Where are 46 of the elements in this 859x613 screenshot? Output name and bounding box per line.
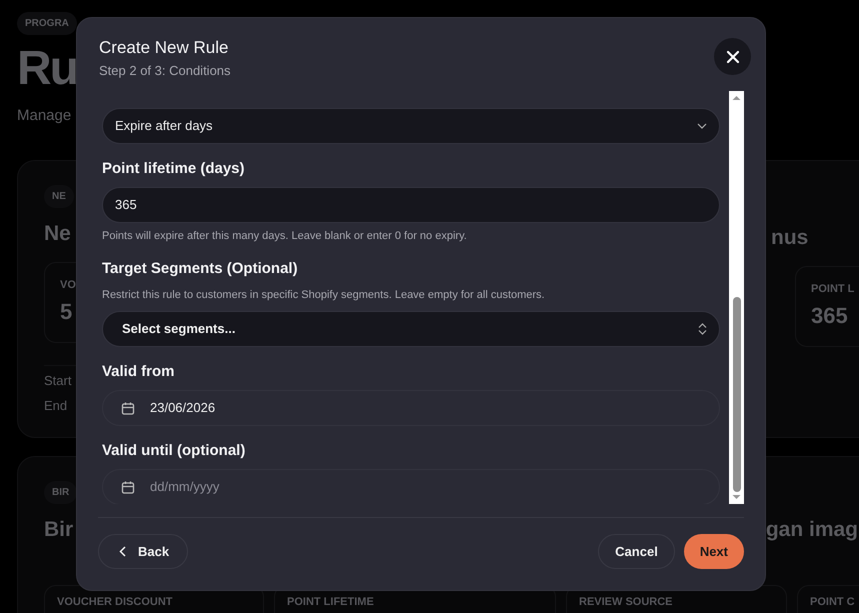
date-field[interactable]: dd/mm/yyyy bbox=[102, 468, 720, 504]
select-value: Select segments... bbox=[121, 320, 236, 338]
stat-label: REVIEW SOURCE bbox=[579, 594, 673, 610]
stat-label: POINT LIFETIME bbox=[287, 594, 374, 610]
stat-label: VO bbox=[60, 278, 76, 293]
calendar-icon bbox=[121, 480, 135, 494]
date-field[interactable]: 23/06/2026 bbox=[102, 390, 720, 426]
rule-detail: Start bbox=[44, 372, 72, 390]
step-indicator: Step 2 of 3: Conditions bbox=[99, 62, 231, 80]
field-label: Point lifetime (days) bbox=[102, 158, 245, 179]
chevron-down-icon bbox=[697, 122, 707, 129]
field-label: Valid until (optional) bbox=[102, 440, 246, 461]
stat-label: VOUCHER DISCOUNT bbox=[57, 594, 173, 610]
rule-detail: End bbox=[44, 396, 68, 415]
help-text: Points will expire after this many days. Leave blank or enter 0 for no expiry. bbox=[102, 228, 467, 244]
stat-label: POINT C bbox=[810, 594, 855, 610]
rule-title: Ne bbox=[44, 220, 71, 246]
segments-select[interactable]: Select segments... bbox=[102, 310, 720, 347]
calendar-icon bbox=[121, 400, 135, 415]
stat-label: POINT L bbox=[811, 282, 854, 297]
page-badge: PROGRA bbox=[17, 12, 77, 35]
chevron-left-icon bbox=[119, 546, 126, 557]
select-field[interactable]: Expire after days bbox=[102, 108, 720, 144]
cancel-button[interactable]: Cancel bbox=[598, 534, 675, 569]
close-icon bbox=[726, 50, 740, 64]
rule-title: Bir bbox=[44, 516, 74, 542]
rule-title: nus bbox=[771, 224, 808, 250]
page-description: Manage bbox=[17, 106, 72, 126]
rule-title: gan imag bbox=[766, 516, 858, 542]
back-button[interactable]: Back bbox=[98, 534, 188, 569]
page-heading: Ru bbox=[17, 45, 77, 93]
rule-badge: NE bbox=[44, 184, 74, 208]
rule-badge: BIR bbox=[44, 480, 78, 504]
field-label: Target Segments (Optional) bbox=[102, 258, 298, 279]
help-text: Restrict this rule to customers in specific Shopify segments. Leave empty for all customers. bbox=[102, 288, 545, 303]
stat-value: 365 bbox=[811, 302, 848, 330]
scrollbar[interactable] bbox=[729, 90, 744, 504]
stat-value: 5 bbox=[60, 298, 72, 326]
field-label: Valid from bbox=[102, 362, 175, 382]
scrollbar-thumb[interactable] bbox=[732, 296, 740, 492]
dialog-title: Create New Rule bbox=[99, 38, 230, 58]
input-field[interactable]: 365 bbox=[102, 186, 720, 223]
select-value: Expire after days bbox=[115, 117, 214, 136]
up-down-chevron-icon bbox=[698, 322, 707, 335]
next-button[interactable]: Next bbox=[684, 534, 744, 569]
close-button[interactable] bbox=[714, 38, 751, 75]
